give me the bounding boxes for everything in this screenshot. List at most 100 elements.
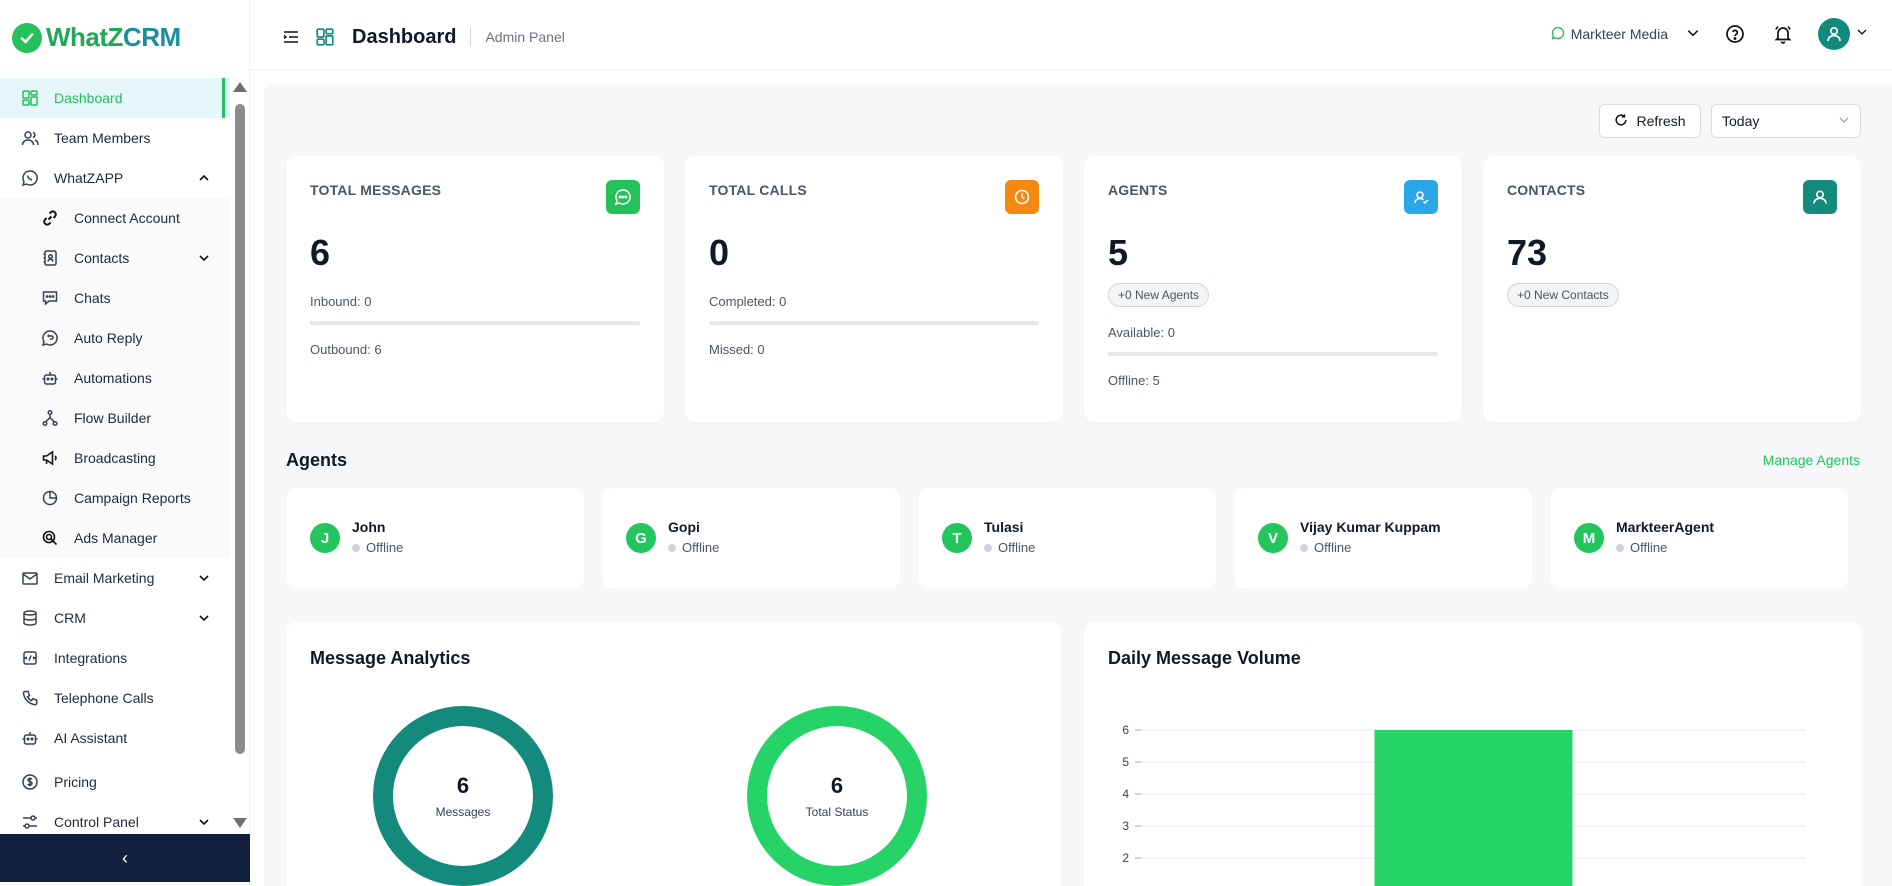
workspace-switcher[interactable]: Markteer Media bbox=[1551, 26, 1700, 43]
sidebar-item-label: Control Panel bbox=[54, 814, 139, 830]
chevron-left-icon: ‹ bbox=[122, 847, 128, 868]
agent-avatar: V bbox=[1258, 523, 1288, 553]
agent-card[interactable]: T Tulasi Offline bbox=[918, 488, 1216, 588]
user-menu[interactable] bbox=[1818, 18, 1868, 50]
top-bar: Dashboard Admin Panel Markteer Media bbox=[250, 0, 1892, 70]
bell-icon[interactable] bbox=[1770, 21, 1796, 47]
chat-icon bbox=[40, 288, 60, 308]
sidebar-item-ads-manager[interactable]: Ads Manager bbox=[0, 518, 230, 558]
chevron-down-icon bbox=[198, 251, 210, 267]
status-dot bbox=[1300, 543, 1308, 552]
auto-reply-icon bbox=[40, 328, 60, 348]
sidebar-item-team-members[interactable]: Team Members bbox=[0, 118, 230, 158]
refresh-button[interactable]: Refresh bbox=[1599, 104, 1701, 138]
agent-avatar: G bbox=[626, 523, 656, 553]
workspace-name: Markteer Media bbox=[1570, 26, 1668, 42]
sidebar-item-pricing[interactable]: Pricing bbox=[0, 762, 230, 802]
sidebar-item-label: WhatZAPP bbox=[54, 170, 124, 186]
new-contacts-badge: +0 New Contacts bbox=[1507, 283, 1619, 307]
agent-card[interactable]: G Gopi Offline bbox=[602, 488, 900, 588]
phone-icon bbox=[20, 688, 40, 708]
donut-label: Messages bbox=[435, 805, 491, 819]
stat-card-contacts: CONTACTS 73 +0 New Contacts bbox=[1483, 156, 1861, 422]
scrollbar-thumb[interactable] bbox=[235, 104, 245, 754]
sidebar-item-label: CRM bbox=[54, 610, 86, 626]
agent-name: Vijay Kumar Kuppam bbox=[1300, 519, 1441, 535]
stat-offline: Offline: 5 bbox=[1108, 373, 1160, 388]
agent-card[interactable]: V Vijay Kumar Kuppam Offline bbox=[1234, 488, 1532, 588]
sidebar-item-email-marketing[interactable]: Email Marketing bbox=[0, 558, 230, 598]
scroll-down-arrow-icon[interactable] bbox=[233, 818, 247, 828]
date-range-select[interactable]: Today bbox=[1711, 104, 1861, 138]
manage-agents-link[interactable]: Manage Agents bbox=[1763, 452, 1860, 468]
sidebar-item-chats[interactable]: Chats bbox=[0, 278, 230, 318]
sidebar-item-connect-account[interactable]: Connect Account bbox=[0, 198, 230, 238]
user-icon bbox=[1803, 180, 1837, 214]
agent-status: Offline bbox=[1300, 540, 1351, 555]
sidebar-item-campaign-reports[interactable]: Campaign Reports bbox=[0, 478, 230, 518]
main-content: Refresh Today TOTAL MESSAGES 6 Inbound: … bbox=[264, 84, 1892, 886]
robot-icon bbox=[40, 368, 60, 388]
agent-name: Gopi bbox=[668, 519, 700, 535]
message-icon bbox=[606, 180, 640, 214]
stat-available: Available: 0 bbox=[1108, 325, 1175, 340]
sidebar-item-auto-reply[interactable]: Auto Reply bbox=[0, 318, 230, 358]
avatar bbox=[1818, 18, 1850, 50]
sidebar-collapse-button[interactable]: ‹ bbox=[0, 834, 250, 882]
flow-icon bbox=[40, 408, 60, 428]
bar[interactable] bbox=[1374, 730, 1573, 886]
sidebar-item-broadcasting[interactable]: Broadcasting bbox=[0, 438, 230, 478]
sidebar-item-integrations[interactable]: Integrations bbox=[0, 638, 230, 678]
ai-bot-icon bbox=[20, 728, 40, 748]
page-title: Dashboard bbox=[352, 25, 457, 48]
sidebar-item-dashboard[interactable]: Dashboard bbox=[0, 78, 230, 118]
agent-name: MarkteerAgent bbox=[1616, 519, 1715, 535]
sidebar-item-automations[interactable]: Automations bbox=[0, 358, 230, 398]
database-icon bbox=[20, 608, 40, 628]
help-icon[interactable] bbox=[1722, 21, 1748, 47]
sidebar: WhatZCRM Dashboard Team Members WhatZAPP… bbox=[0, 0, 250, 886]
stat-card-agents: AGENTS 5 +0 New Agents Available: 0 Offl… bbox=[1084, 156, 1462, 422]
chevron-down-icon bbox=[198, 815, 210, 831]
sidebar-scrollbar[interactable] bbox=[232, 80, 247, 832]
agents-section-title: Agents bbox=[286, 450, 348, 470]
stat-outbound: Outbound: 6 bbox=[310, 342, 382, 357]
status-dot bbox=[984, 543, 992, 552]
chevron-down-icon bbox=[1838, 113, 1850, 129]
sidebar-item-control-panel[interactable]: Control Panel bbox=[0, 802, 230, 833]
sidebar-item-telephone-calls[interactable]: Telephone Calls bbox=[0, 678, 230, 718]
agent-icon bbox=[1404, 180, 1438, 214]
agent-card[interactable]: J John Offline bbox=[286, 488, 584, 588]
y-tick-label: 4 bbox=[1122, 787, 1129, 801]
sidebar-item-ai-assistant[interactable]: AI Assistant bbox=[0, 718, 230, 758]
sidebar-item-contacts[interactable]: Contacts bbox=[0, 238, 230, 278]
brand-logo[interactable]: WhatZCRM bbox=[12, 22, 181, 53]
y-tick-label: 2 bbox=[1122, 851, 1129, 865]
donut-label: Total Status bbox=[805, 805, 869, 819]
whatsapp-icon bbox=[1551, 26, 1565, 43]
stat-value: 0 bbox=[709, 232, 730, 273]
agent-avatar: J bbox=[310, 523, 340, 553]
sidebar-item-crm[interactable]: CRM bbox=[0, 598, 230, 638]
donut-chart-status: 6 Total Status bbox=[747, 706, 927, 886]
sidebar-item-label: AI Assistant bbox=[54, 730, 128, 746]
refresh-label: Refresh bbox=[1636, 113, 1686, 129]
menu-toggle-icon[interactable] bbox=[278, 24, 304, 50]
scroll-up-arrow-icon[interactable] bbox=[233, 82, 247, 92]
new-agents-badge: +0 New Agents bbox=[1108, 283, 1210, 307]
whatsapp-icon bbox=[20, 168, 40, 188]
agent-status: Offline bbox=[352, 540, 403, 555]
users-icon bbox=[20, 128, 40, 148]
sidebar-item-flow-builder[interactable]: Flow Builder bbox=[0, 398, 230, 438]
dashboard-icon bbox=[312, 24, 338, 50]
sidebar-item-whatzapp[interactable]: WhatZAPP bbox=[0, 158, 230, 198]
agent-name: John bbox=[352, 519, 386, 535]
stat-value: 73 bbox=[1507, 232, 1548, 273]
mail-icon bbox=[20, 568, 40, 588]
sidebar-item-label: Campaign Reports bbox=[74, 490, 191, 506]
chevron-down-icon bbox=[1686, 26, 1700, 43]
agent-card[interactable]: M MarkteerAgent Offline bbox=[1550, 488, 1848, 588]
stat-title: TOTAL CALLS bbox=[709, 182, 807, 198]
daily-volume-panel: Daily Message Volume 23456 bbox=[1084, 622, 1862, 886]
agent-avatar: M bbox=[1574, 523, 1604, 553]
